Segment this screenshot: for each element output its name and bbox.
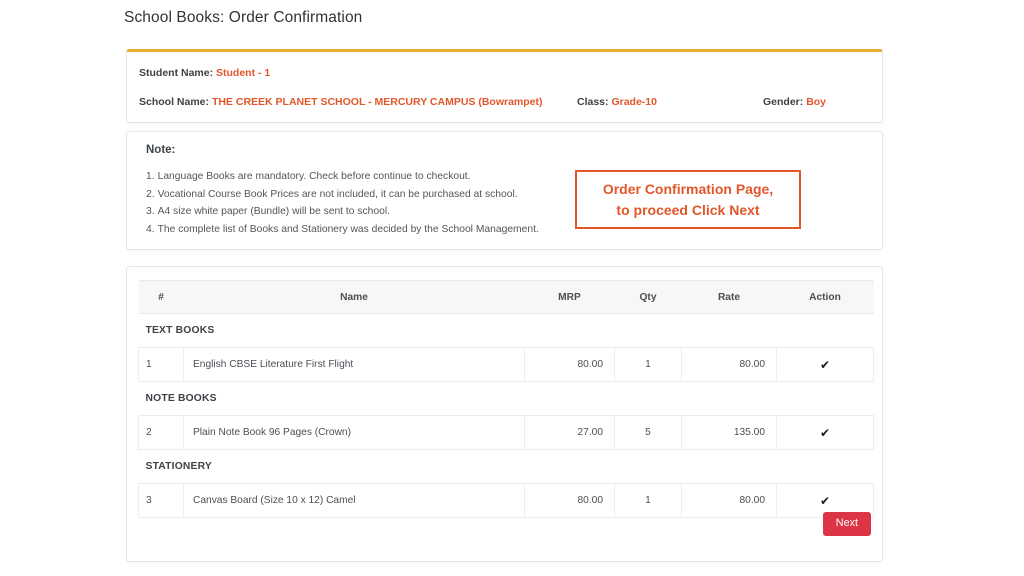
row-index-cell: 3 (138, 483, 184, 518)
instruction-callout: Order Confirmation Page, to proceed Clic… (575, 170, 801, 229)
table-section-row: NOTE BOOKS (138, 381, 874, 416)
table-row: 3 Canvas Board (Size 10 x 12) Camel 80.00 1… (138, 483, 874, 518)
table-section-row: STATIONERY (138, 449, 874, 484)
note-item-text: Language Books are mandatory. Check befo… (157, 171, 471, 182)
callout-line-1: Order Confirmation Page, (602, 180, 774, 197)
gender-field: Gender: Boy (763, 96, 826, 108)
row-mrp-cell: 80.00 (524, 483, 615, 518)
row-name-cell: Canvas Board (Size 10 x 12) Camel (183, 483, 525, 518)
note-list-item: 3. A4 size white paper (Bundle) will be s… (146, 203, 539, 221)
note-item-number: 2. (146, 188, 155, 200)
gender-value: Boy (806, 96, 827, 108)
column-header-name: Name (183, 280, 525, 314)
row-qty-cell: 5 (614, 415, 682, 450)
row-rate-cell: 135.00 (681, 415, 777, 450)
row-action-checkmark-icon[interactable]: ✔ (776, 347, 874, 382)
table-section-title: STATIONERY (138, 449, 874, 484)
row-rate-cell: 80.00 (681, 347, 777, 382)
note-item-text: Vocational Course Book Prices are not in… (157, 188, 518, 200)
note-list-item: 4. The complete list of Books and Station… (146, 221, 539, 239)
class-field: Class: Grade-10 (577, 96, 657, 108)
student-name-field: Student Name: Student - 1 (139, 67, 270, 79)
note-item-number: 4. (146, 223, 155, 235)
school-name-field: School Name: THE CREEK PLANET SCHOOL - M… (139, 96, 543, 108)
note-item-number: 3. (146, 206, 155, 218)
column-header-mrp: MRP (524, 280, 615, 314)
row-qty-cell: 1 (614, 347, 682, 382)
class-value: Grade-10 (611, 96, 657, 108)
class-label: Class: (577, 96, 609, 108)
note-item-text: A4 size white paper (Bundle) will be sen… (157, 206, 390, 218)
table-section-row: TEXT BOOKS (138, 313, 874, 348)
gender-label: Gender: (763, 96, 804, 108)
school-name-label: School Name: (139, 96, 210, 108)
order-table-header: # Name MRP Qty Rate Action (138, 280, 874, 314)
row-name-cell: Plain Note Book 96 Pages (Crown) (183, 415, 525, 450)
row-mrp-cell: 27.00 (524, 415, 615, 450)
student-info-card: Student Name: Student - 1 School Name: T… (126, 49, 883, 123)
column-header-qty: Qty (614, 280, 682, 314)
table-row: 2 Plain Note Book 96 Pages (Crown) 27.00 5 1… (138, 415, 874, 450)
student-name-value: Student - 1 (216, 67, 271, 79)
order-table-body: TEXT BOOKS 1 English CBSE Literature First… (138, 313, 874, 518)
note-item-number: 1. (146, 171, 155, 182)
column-header-index: # (138, 280, 184, 314)
row-qty-cell: 1 (614, 483, 682, 518)
table-section-title: NOTE BOOKS (138, 381, 874, 416)
column-header-action: Action (776, 280, 874, 314)
order-table-card: # Name MRP Qty Rate Action TEXT BOOKS 1 En… (126, 266, 883, 562)
order-confirmation-page: School Books: Order Confirmation Student… (0, 0, 1024, 576)
row-rate-cell: 80.00 (681, 483, 777, 518)
school-name-value: THE CREEK PLANET SCHOOL - MERCURY CAMPUS… (211, 96, 543, 108)
row-action-checkmark-icon[interactable]: ✔ (776, 415, 874, 450)
note-title: Note: (146, 144, 176, 156)
next-button[interactable]: Next (822, 512, 871, 536)
row-mrp-cell: 80.00 (524, 347, 615, 382)
table-header-row: # Name MRP Qty Rate Action (138, 280, 874, 314)
column-header-rate: Rate (681, 280, 777, 314)
row-index-cell: 1 (138, 347, 184, 382)
table-row: 1 English CBSE Literature First Flight 80.… (138, 347, 874, 382)
page-title: School Books: Order Confirmation (124, 9, 363, 26)
table-section-title: TEXT BOOKS (138, 313, 874, 348)
student-info-row-1: Student Name: Student - 1 (127, 67, 882, 87)
student-name-label: Student Name: (139, 67, 214, 79)
note-list: 1. Language Books are mandatory. Check be… (146, 168, 539, 238)
order-table: # Name MRP Qty Rate Action TEXT BOOKS 1 En… (138, 280, 874, 518)
row-name-cell: English CBSE Literature First Flight (183, 347, 525, 382)
note-list-item: 2. Vocational Course Book Prices are not … (146, 186, 539, 204)
row-index-cell: 2 (138, 415, 184, 450)
note-list-item: 1. Language Books are mandatory. Check be… (146, 168, 539, 186)
note-item-text: The complete list of Books and Stationer… (157, 223, 539, 235)
student-info-row-2: School Name: THE CREEK PLANET SCHOOL - M… (127, 96, 882, 116)
callout-line-2: to proceed Click Next (616, 201, 760, 218)
